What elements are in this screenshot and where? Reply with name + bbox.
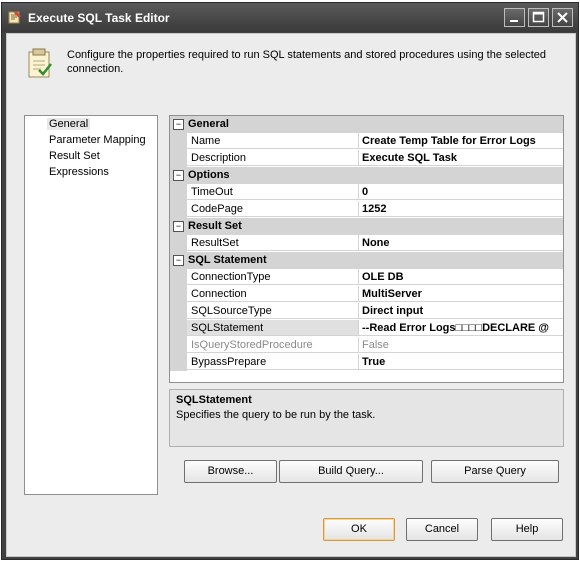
nav-item-expressions[interactable]: Expressions: [49, 166, 109, 178]
title-bar[interactable]: Execute SQL Task Editor: [2, 3, 578, 32]
property-row-connectiontype[interactable]: ConnectionType OLE DB: [170, 269, 563, 286]
description-text: Specifies the query to be run by the tas…: [176, 409, 376, 421]
maximize-button[interactable]: [528, 8, 549, 27]
category-label: Result Set: [188, 220, 242, 232]
property-row-codepage[interactable]: CodePage 1252: [170, 201, 563, 218]
property-name: SQLStatement: [187, 320, 359, 336]
property-row-sqlsourcetype[interactable]: SQLSourceType Direct input: [170, 303, 563, 320]
dialog-window: Execute SQL Task Editor Configure the pr…: [1, 2, 579, 560]
collapse-toggle[interactable]: −: [173, 170, 184, 181]
property-name: SQLSourceType: [187, 303, 359, 319]
property-name: IsQueryStoredProcedure: [187, 337, 359, 353]
property-value[interactable]: Create Temp Table for Error Logs: [359, 133, 563, 149]
minimize-icon: [510, 20, 518, 22]
window-title: Execute SQL Task Editor: [28, 11, 170, 25]
property-name: CodePage: [187, 201, 359, 217]
page-navigation-list: General Parameter Mapping Result Set Exp…: [24, 115, 158, 495]
collapse-toggle[interactable]: −: [173, 119, 184, 130]
property-value[interactable]: Execute SQL Task: [359, 150, 563, 166]
parse-query-button[interactable]: Parse Query: [431, 460, 559, 483]
property-value: False: [359, 337, 563, 353]
property-value[interactable]: --Read Error Logs□□□□DECLARE @: [359, 320, 563, 336]
category-label: Options: [188, 169, 230, 181]
property-value[interactable]: True: [359, 354, 563, 370]
property-row-description[interactable]: Description Execute SQL Task: [170, 150, 563, 167]
property-name: BypassPrepare: [187, 354, 359, 370]
minimize-button[interactable]: [504, 8, 525, 27]
nav-item-result-set[interactable]: Result Set: [49, 150, 100, 162]
property-name: Description: [187, 150, 359, 166]
property-row-isquerystoredprocedure: IsQueryStoredProcedure False: [170, 337, 563, 354]
sql-task-icon: [8, 11, 21, 24]
property-name: ConnectionType: [187, 269, 359, 285]
category-label: SQL Statement: [188, 254, 267, 266]
header-description: Configure the properties required to run…: [67, 49, 546, 75]
category-general: − General: [170, 116, 563, 133]
property-row-sqlstatement[interactable]: SQLStatement --Read Error Logs□□□□DECLAR…: [170, 320, 563, 337]
property-name: Name: [187, 133, 359, 149]
property-name: Connection: [187, 286, 359, 302]
property-value[interactable]: 0: [359, 184, 563, 200]
property-value[interactable]: Direct input: [359, 303, 563, 319]
description-title: SQLStatement: [176, 394, 252, 406]
property-name: ResultSet: [187, 235, 359, 251]
property-description-panel: SQLStatement Specifies the query to be r…: [169, 389, 564, 447]
help-button[interactable]: Help: [491, 518, 563, 541]
close-button[interactable]: [552, 8, 573, 27]
cancel-button[interactable]: Cancel: [406, 518, 478, 541]
dialog-client: Configure the properties required to run…: [6, 33, 576, 557]
browse-button[interactable]: Browse...: [184, 460, 277, 483]
close-icon: [557, 12, 568, 23]
category-result-set: − Result Set: [170, 218, 563, 235]
property-row-bypassprepare[interactable]: BypassPrepare True: [170, 354, 563, 371]
property-value[interactable]: OLE DB: [359, 269, 563, 285]
property-value[interactable]: MultiServer: [359, 286, 563, 302]
property-row-name[interactable]: Name Create Temp Table for Error Logs: [170, 133, 563, 150]
ok-button[interactable]: OK: [323, 518, 395, 541]
property-row-resultset[interactable]: ResultSet None: [170, 235, 563, 252]
category-label: General: [188, 118, 229, 130]
property-grid: − General Name Create Temp Table for Err…: [169, 115, 564, 383]
category-sql-statement: − SQL Statement: [170, 252, 563, 269]
category-options: − Options: [170, 167, 563, 184]
header-panel: Configure the properties required to run…: [7, 34, 575, 100]
property-value[interactable]: 1252: [359, 201, 563, 217]
build-query-button[interactable]: Build Query...: [279, 460, 423, 483]
property-value[interactable]: None: [359, 235, 563, 251]
nav-item-general[interactable]: General: [47, 118, 91, 130]
nav-item-parameter-mapping[interactable]: Parameter Mapping: [49, 134, 146, 146]
collapse-toggle[interactable]: −: [173, 221, 184, 232]
clipboard-check-icon: [28, 48, 52, 78]
collapse-toggle[interactable]: −: [173, 255, 184, 266]
maximize-icon: [532, 11, 545, 23]
property-row-timeout[interactable]: TimeOut 0: [170, 184, 563, 201]
property-row-connection[interactable]: Connection MultiServer: [170, 286, 563, 303]
property-name: TimeOut: [187, 184, 359, 200]
